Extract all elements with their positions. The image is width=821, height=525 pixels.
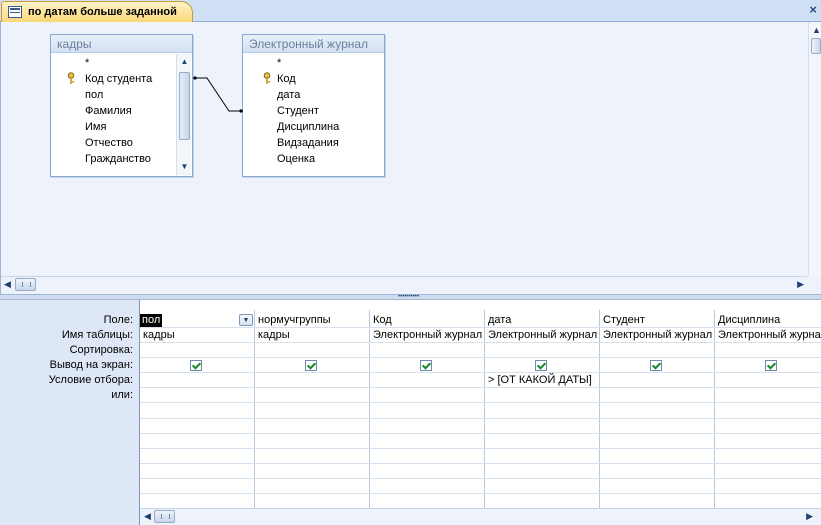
- grid-columns: пол ▼ кадры нормучгруппы кадры Код Элект…: [140, 310, 821, 508]
- criteria-cell[interactable]: [255, 373, 370, 388]
- row-label-field: Поле:: [103, 314, 133, 326]
- table-cell[interactable]: Электронный журнал: [600, 328, 715, 343]
- table-cell[interactable]: Электронный журнал: [485, 328, 600, 343]
- or-cell[interactable]: [715, 388, 821, 403]
- query-diagram-pane: кадры * Код студента пол Фамилия Имя Отч…: [0, 22, 821, 294]
- diagram-vertical-scrollbar[interactable]: ▲: [808, 22, 821, 276]
- scroll-left-icon[interactable]: ◀: [144, 511, 151, 522]
- criteria-cell[interactable]: [370, 373, 485, 388]
- show-checkbox[interactable]: [650, 360, 662, 371]
- show-cell[interactable]: [140, 358, 255, 373]
- grid-horizontal-scrollbar[interactable]: ◀ ▶: [140, 508, 821, 525]
- tab-query[interactable]: по датам больше заданной: [1, 1, 193, 22]
- grid-line: [140, 433, 821, 434]
- grid-line: [140, 493, 821, 494]
- grid-line: [140, 418, 821, 419]
- criteria-cell[interactable]: [600, 373, 715, 388]
- scroll-up-icon[interactable]: ▲: [812, 25, 821, 35]
- row-label-table: Имя таблицы:: [61, 329, 133, 341]
- show-checkbox[interactable]: [190, 360, 202, 371]
- show-checkbox[interactable]: [765, 360, 777, 371]
- criteria-cell[interactable]: > [ОТ КАКОЙ ДАТЫ]: [485, 373, 600, 388]
- field-cell-value: пол: [140, 314, 163, 327]
- criteria-cell[interactable]: [715, 373, 821, 388]
- show-checkbox[interactable]: [420, 360, 432, 371]
- sort-cell[interactable]: [140, 343, 255, 358]
- field-cell[interactable]: пол ▼: [140, 313, 255, 328]
- row-label-show: Вывод на экран:: [49, 359, 133, 371]
- query-icon: [8, 6, 22, 18]
- row-label-sort: Сортировка:: [69, 344, 133, 356]
- or-cell[interactable]: [485, 388, 600, 403]
- or-cell[interactable]: [255, 388, 370, 403]
- tab-label: по датам больше заданной: [28, 6, 177, 18]
- or-cell[interactable]: [600, 388, 715, 403]
- field-cell[interactable]: Студент: [600, 313, 715, 328]
- table-cell[interactable]: кадры: [140, 328, 255, 343]
- field-cell[interactable]: нормучгруппы: [255, 313, 370, 328]
- table-cell[interactable]: кадры: [255, 328, 370, 343]
- scroll-right-icon[interactable]: ▶: [797, 279, 804, 290]
- scroll-thumb[interactable]: [154, 510, 175, 523]
- or-cell[interactable]: [370, 388, 485, 403]
- row-label-criteria: Условие отбора:: [48, 374, 133, 386]
- grid-line: [140, 448, 821, 449]
- show-cell[interactable]: [715, 358, 821, 373]
- grid-line: [140, 478, 821, 479]
- grip-icon[interactable]: ••••••••••: [398, 294, 419, 300]
- table-cell[interactable]: Электронный журнал: [370, 328, 485, 343]
- row-label-or: или:: [111, 389, 133, 401]
- sort-cell[interactable]: [485, 343, 600, 358]
- table-cell[interactable]: Электронный журнал: [715, 328, 821, 343]
- grid-line: [140, 463, 821, 464]
- sort-cell[interactable]: [370, 343, 485, 358]
- scroll-thumb[interactable]: [811, 38, 821, 54]
- sort-cell[interactable]: [600, 343, 715, 358]
- relationship-line[interactable]: [1, 22, 821, 276]
- show-cell[interactable]: [485, 358, 600, 373]
- sort-cell[interactable]: [255, 343, 370, 358]
- show-cell[interactable]: [600, 358, 715, 373]
- chevron-down-icon[interactable]: ▼: [239, 314, 253, 326]
- field-cell[interactable]: Код: [370, 313, 485, 328]
- show-checkbox[interactable]: [535, 360, 547, 371]
- scroll-right-icon[interactable]: ▶: [806, 511, 813, 522]
- criteria-cell[interactable]: [140, 373, 255, 388]
- show-cell[interactable]: [370, 358, 485, 373]
- show-checkbox[interactable]: [305, 360, 317, 371]
- sort-cell[interactable]: [715, 343, 821, 358]
- field-cell[interactable]: Дисциплина: [715, 313, 821, 328]
- row-labels-column: Поле: Имя таблицы: Сортировка: Вывод на …: [0, 300, 140, 525]
- show-cell[interactable]: [255, 358, 370, 373]
- document-tab-bar: по датам больше заданной ×: [0, 0, 821, 22]
- diagram-horizontal-scrollbar[interactable]: ◀ ▶: [1, 276, 807, 293]
- close-icon[interactable]: ×: [809, 2, 817, 17]
- scroll-thumb[interactable]: [15, 278, 36, 291]
- field-cell[interactable]: дата: [485, 313, 600, 328]
- query-design-grid: Поле: Имя таблицы: Сортировка: Вывод на …: [0, 300, 821, 525]
- scroll-left-icon[interactable]: ◀: [4, 279, 11, 290]
- or-cell[interactable]: [140, 388, 255, 403]
